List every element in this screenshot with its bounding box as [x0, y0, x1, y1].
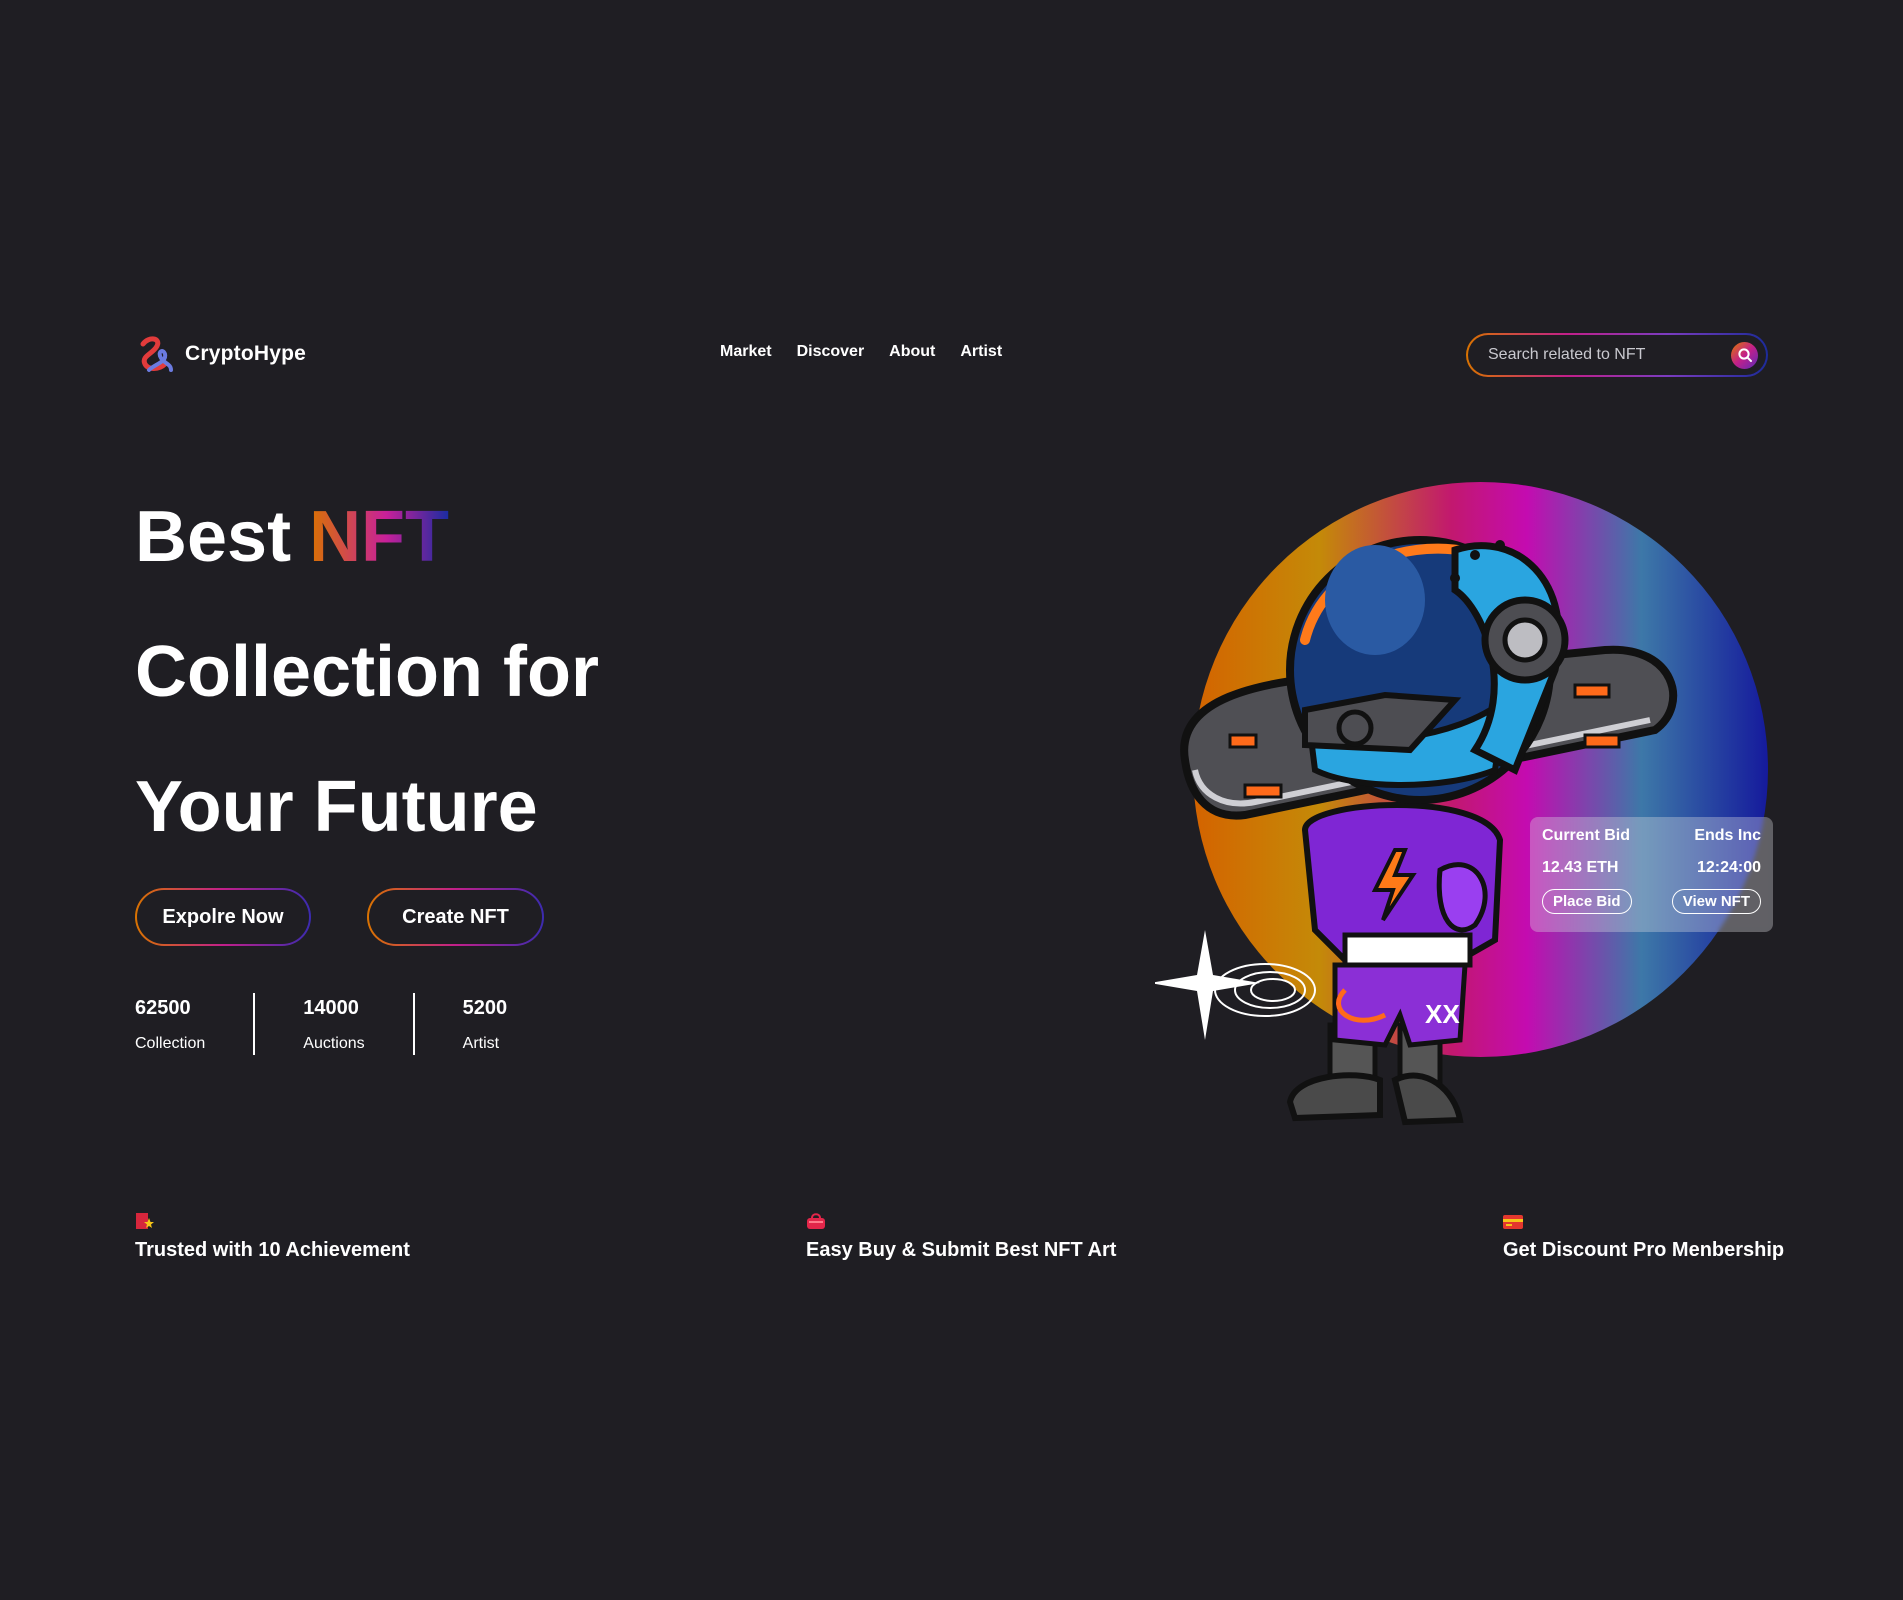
search-input[interactable] [1486, 345, 1731, 365]
stat-label: Auctions [303, 1035, 365, 1052]
explore-now-button[interactable]: Expolre Now [135, 888, 311, 946]
place-bid-button[interactable]: Place Bid [1542, 889, 1632, 914]
credit-card-icon [1503, 1215, 1523, 1229]
bid-card-values: 12.43 ETH 12:24:00 [1542, 859, 1761, 877]
bid-card: Current Bid Ends Inc 12.43 ETH 12:24:00 … [1530, 817, 1773, 932]
current-bid-label: Current Bid [1542, 827, 1630, 844]
create-nft-button[interactable]: Create NFT [367, 888, 544, 946]
view-nft-button[interactable]: View NFT [1671, 889, 1761, 914]
page: CryptoHype Market Discover About Artist … [0, 0, 1903, 1600]
svg-text:XX: XX [1425, 999, 1460, 1029]
feature-text: Get Discount Pro Menbership [1503, 1239, 1785, 1261]
nft-character-illustration: XX [1155, 536, 1678, 1126]
shopping-bag-icon [807, 1213, 825, 1229]
nav-item-about[interactable]: About [889, 343, 935, 361]
hero-title-word: Best [135, 497, 292, 577]
ends-label: Ends Inc [1694, 827, 1761, 844]
feature-text: Easy Buy & Submit Best NFT Art [806, 1239, 1117, 1261]
stats-row: 62500 Collection 14000 Auctions 5200 Art… [135, 993, 555, 1055]
explore-now-label: Expolre Now [137, 890, 309, 944]
hero-title-line-3: Your Future [135, 767, 538, 847]
stat-value: 5200 [462, 997, 508, 1019]
bid-card-actions: Place Bid View NFT [1542, 889, 1761, 914]
hero-title: Best NFT Collection for Your Future [135, 470, 599, 875]
nav-item-discover[interactable]: Discover [797, 343, 865, 361]
feature-text: Trusted with 10 Achievement [135, 1239, 410, 1261]
stat-auctions: 14000 Auctions [253, 993, 412, 1055]
bid-value: 12.43 ETH [1542, 859, 1619, 876]
feature-achievement: Trusted with 10 Achievement [135, 1212, 410, 1262]
stat-label: Artist [462, 1035, 500, 1052]
stat-artist: 5200 Artist [412, 993, 556, 1055]
brand-logo[interactable]: CryptoHype [135, 334, 306, 374]
stat-value: 62500 [135, 997, 191, 1019]
hero-title-highlight: NFT [309, 497, 450, 577]
stat-value: 14000 [303, 997, 359, 1019]
stat-collection: 62500 Collection [135, 993, 253, 1055]
search-icon [1737, 348, 1752, 362]
swirl-logo-icon [140, 336, 173, 372]
brand-name: CryptoHype [185, 342, 307, 365]
search-button[interactable] [1731, 341, 1758, 369]
search-inner [1468, 335, 1766, 375]
main-nav: Market Discover About Artist [720, 343, 1002, 361]
create-nft-label: Create NFT [369, 890, 542, 944]
achievement-badge-icon [136, 1213, 154, 1229]
nav-item-market[interactable]: Market [720, 343, 772, 361]
hero-title-line-2: Collection for [135, 632, 599, 712]
nav-item-artist[interactable]: Artist [960, 343, 1002, 361]
sparkle-icon [1155, 930, 1316, 1040]
feature-easy-buy: Easy Buy & Submit Best NFT Art [806, 1212, 1116, 1262]
time-value: 12:24:00 [1696, 859, 1761, 876]
stat-label: Collection [135, 1035, 206, 1052]
feature-discount: Get Discount Pro Menbership [1503, 1212, 1784, 1262]
hero-title-line-1: Best NFT [135, 470, 599, 605]
hero-artwork: XX [1155, 470, 1775, 1140]
bid-card-header: Current Bid Ends Inc [1542, 827, 1761, 845]
search-box [1466, 333, 1768, 377]
